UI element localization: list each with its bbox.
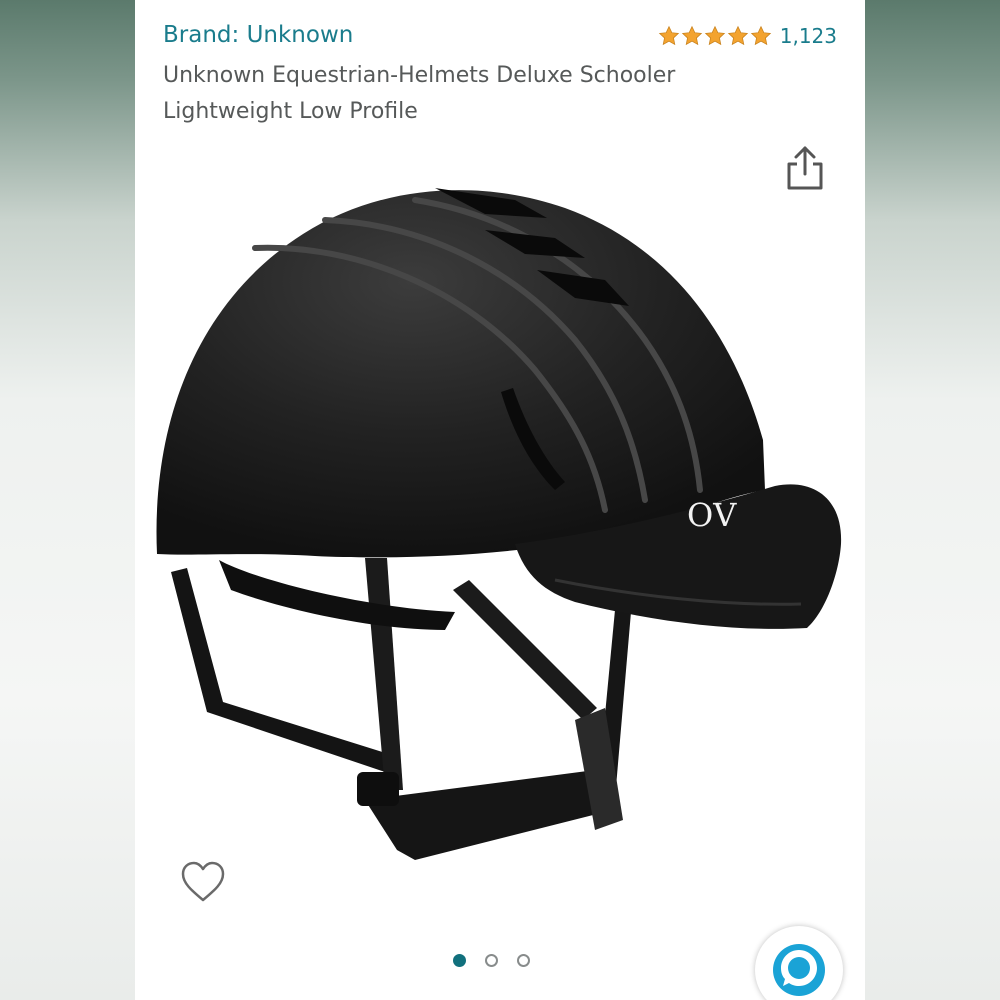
rating[interactable]: 1,123 [658, 24, 837, 48]
star-icon [727, 25, 748, 46]
brand-link[interactable]: Brand: Unknown [163, 22, 353, 48]
background-right [865, 0, 1000, 1000]
star-rating [658, 25, 772, 47]
carousel-dot-3[interactable] [517, 954, 530, 967]
star-icon [681, 25, 702, 46]
product-title: Unknown Equestrian-Helmets Deluxe School… [163, 63, 676, 124]
helmet-shell [156, 190, 765, 558]
brand-logo: ΟV [687, 496, 737, 534]
background-left [0, 0, 135, 1000]
helmet-straps [171, 558, 631, 860]
carousel-dot-1[interactable] [453, 954, 466, 967]
star-icon [750, 25, 771, 46]
star-icon [658, 25, 679, 46]
carousel-dot-2[interactable] [485, 954, 498, 967]
product-card: Brand: Unknown 1,123 Unknown Equestrian-… [135, 0, 865, 1000]
product-image[interactable]: ΟV [135, 160, 865, 900]
alexa-button[interactable] [755, 926, 843, 1000]
star-icon [704, 25, 725, 46]
alexa-icon [773, 944, 825, 996]
helmet-liner [219, 560, 455, 630]
rating-count[interactable]: 1,123 [780, 24, 837, 48]
heart-outline-icon[interactable] [179, 858, 227, 906]
carousel-indicators [453, 954, 530, 967]
